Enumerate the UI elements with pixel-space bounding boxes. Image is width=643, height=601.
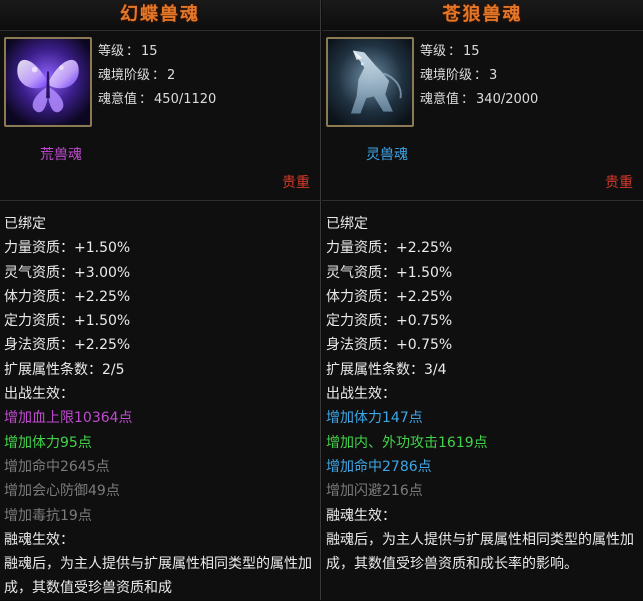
attribute-line: 体力资质：+2.25% xyxy=(326,288,453,305)
attribute-line: 增加内、外功攻击1619点 xyxy=(326,434,488,451)
soul-title: 幻蝶兽魂 xyxy=(0,0,320,31)
attribute-line: 已绑定 xyxy=(4,216,46,232)
attribute-line: 扩展属性条数：3/4 xyxy=(326,361,447,378)
soul-value-label: 魂意值 xyxy=(420,92,460,107)
attribute-line: 定力资质：+1.50% xyxy=(4,313,131,330)
attribute-line: 增加血上限10364点 xyxy=(4,410,133,427)
attribute-line: 融魂后，为主人提供与扩展属性相同类型的属性加成，其数值受珍兽资质和成长率的影响。 xyxy=(326,531,634,573)
attribute-line: 力量资质：+2.25% xyxy=(326,240,453,257)
beast-soul-panel-left: 幻蝶兽魂 等级 ： 15 魂境阶级 ： 2 魂意值 ： 450/1120 荒兽魂… xyxy=(0,0,321,600)
attribute-line: 扩展属性条数：2/5 xyxy=(4,361,125,378)
soul-value-stat: 魂意值： 340/2000 xyxy=(420,92,539,107)
attribute-line: 力量资质：+1.50% xyxy=(4,240,131,257)
attribute-line: 增加闪避216点 xyxy=(326,483,423,500)
attribute-line: 增加会心防御49点 xyxy=(4,483,120,500)
attribute-line: 融魂生效： xyxy=(4,531,74,548)
wolf-icon xyxy=(328,39,412,125)
attribute-line: 增加体力95点 xyxy=(4,434,92,451)
soul-type: 灵兽魂 xyxy=(366,147,408,163)
attribute-line: 出战生效： xyxy=(4,386,74,403)
level-label: 等级 xyxy=(98,44,125,59)
soul-header: 等级： 15 魂境阶级： 3 魂意值： 340/2000 xyxy=(322,31,643,141)
level-stat: 等级： 15 xyxy=(98,44,158,59)
realm-value: 3 xyxy=(489,68,498,83)
attribute-line: 增加命中2645点 xyxy=(4,458,110,475)
attribute-line: 出战生效： xyxy=(326,386,396,403)
soul-value-label: 魂意值 xyxy=(98,92,138,107)
beast-soul-panel-right: 苍狼兽魂 等级 ： 15 魂境阶级 ： 3 魂意值 ： 340/2000 灵兽魂… xyxy=(322,0,643,600)
soul-title: 苍狼兽魂 xyxy=(322,0,643,31)
attribute-line: 增加毒抗19点 xyxy=(4,507,92,524)
realm-stat: 魂境阶级： 2 xyxy=(98,68,176,83)
attribute-line: 灵气资质：+3.00% xyxy=(4,264,131,281)
attribute-line: 灵气资质：+1.50% xyxy=(326,264,453,281)
soul-icon-frame[interactable] xyxy=(4,37,92,127)
realm-label: 魂境阶级 xyxy=(420,68,473,83)
attribute-line: 已绑定 xyxy=(326,216,368,232)
divider xyxy=(0,200,320,201)
level-value: 15 xyxy=(463,44,480,59)
butterfly-icon xyxy=(6,39,90,125)
level-value: 15 xyxy=(141,44,158,59)
attribute-line: 体力资质：+2.25% xyxy=(4,288,131,305)
attribute-line: 身法资质：+2.25% xyxy=(4,337,131,354)
attribute-list: 已绑定力量资质：+2.25% 灵气资质：+1.50% 体力资质：+2.25% 定力资质… xyxy=(326,212,641,573)
attribute-line: 融魂后，为主人提供与扩展属性相同类型的属性加成，其数值受珍兽资质和成 xyxy=(4,556,312,597)
soul-icon-frame[interactable] xyxy=(326,37,414,127)
divider xyxy=(322,200,643,201)
soul-value-value: 340/2000 xyxy=(476,92,539,107)
attribute-line: 增加体力147点 xyxy=(326,410,423,427)
realm-label: 魂境阶级 xyxy=(98,68,151,83)
beast-soul-compare: 幻蝶兽魂 等级 ： 15 魂境阶级 ： 2 魂意值 ： 450/1120 荒兽魂… xyxy=(0,0,643,600)
level-label: 等级 xyxy=(420,44,447,59)
rarity-label: 贵重 xyxy=(282,175,310,191)
realm-value: 2 xyxy=(167,68,176,83)
attribute-list: 已绑定力量资质：+1.50% 灵气资质：+3.00% 体力资质：+2.25% 定力资质… xyxy=(4,212,318,597)
soul-value-stat: 魂意值： 450/1120 xyxy=(98,92,217,107)
rarity-label: 贵重 xyxy=(605,175,633,191)
realm-stat: 魂境阶级： 3 xyxy=(420,68,498,83)
attribute-line: 定力资质：+0.75% xyxy=(326,313,453,330)
soul-value-value: 450/1120 xyxy=(154,92,217,107)
soul-type: 荒兽魂 xyxy=(40,147,82,163)
attribute-line: 身法资质：+0.75% xyxy=(326,337,453,354)
attribute-line: 增加命中2786点 xyxy=(326,458,432,475)
level-stat: 等级： 15 xyxy=(420,44,480,59)
soul-header: 等级： 15 魂境阶级： 2 魂意值： 450/1120 xyxy=(0,31,320,141)
attribute-line: 融魂生效： xyxy=(326,507,396,524)
